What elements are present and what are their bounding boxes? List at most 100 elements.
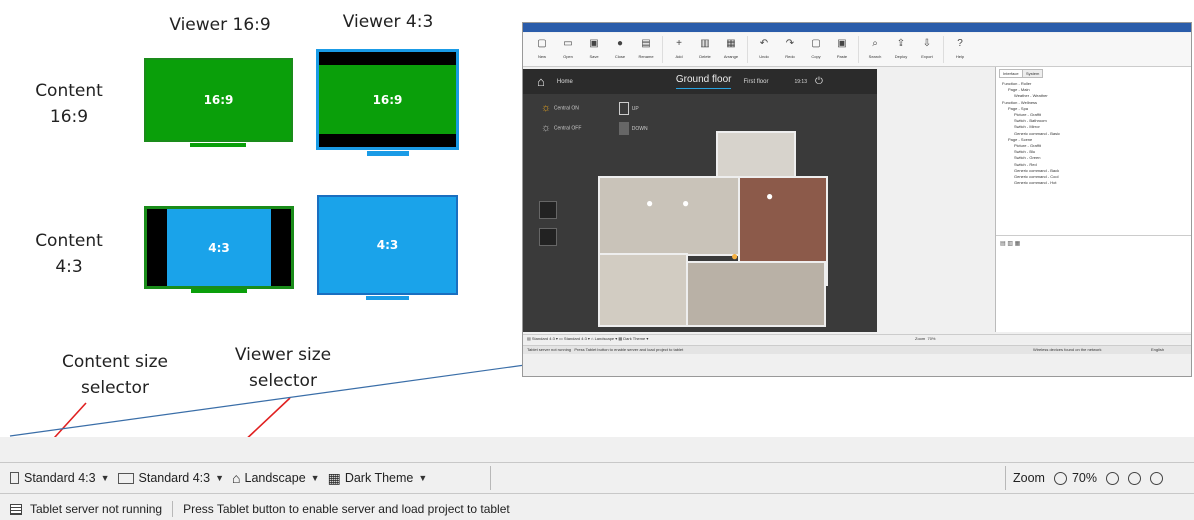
light-bulb-icon[interactable]: ● <box>646 196 653 210</box>
mini-status-bar: Tablet server not running Press Tablet b… <box>523 345 1191 354</box>
toolbar-separator <box>1005 466 1006 490</box>
ribbon-icon: ⇪ <box>896 38 906 49</box>
ribbon-separator <box>747 36 748 63</box>
ribbon-toolbar: ▢ New ▭ Open ▣ Save ● Close ▤ Rename + Add ▥ Delete ▦ A… <box>523 33 1191 67</box>
zoom-fit-icon[interactable] <box>1127 471 1141 485</box>
status-hint: Press Tablet button to enable server and… <box>183 502 510 516</box>
ribbon-button[interactable]: ▢ Copy <box>803 33 829 66</box>
ribbon-label: Close <box>614 54 626 59</box>
panel-toolbar-icons[interactable]: ▤ ▥ ▦ <box>1000 240 1020 247</box>
tab-first-floor[interactable]: First floor <box>743 79 768 85</box>
scene-button[interactable] <box>539 228 557 246</box>
ribbon-label: Save <box>589 54 599 59</box>
ribbon-button[interactable]: ▥ Delete <box>692 33 718 66</box>
ribbon-label: Redo <box>785 54 795 59</box>
monitor-icon <box>117 472 134 484</box>
ribbon-button[interactable]: ● Close <box>607 33 633 66</box>
toolbar-top-border <box>0 462 1194 463</box>
ribbon-icon: ▢ <box>811 38 821 49</box>
zoom-out-icon[interactable] <box>1053 471 1067 485</box>
ribbon-icon: ↷ <box>785 38 795 49</box>
ribbon-icon: ⌕ <box>872 38 878 49</box>
ribbon-button[interactable]: ▦ Arrange <box>718 33 744 66</box>
status-server: Tablet server not running <box>30 502 163 516</box>
theme-dropdown[interactable]: ▦ Dark Theme ▼ <box>328 470 428 487</box>
ribbon-icon: ▭ <box>563 38 573 49</box>
ribbon-button[interactable]: ⇩ Export <box>914 33 940 66</box>
chevron-down-icon: ▼ <box>215 473 225 483</box>
light-bulb-icon[interactable]: ● <box>766 189 773 203</box>
light-bulb-icon[interactable]: ● <box>682 196 689 210</box>
ribbon-button[interactable]: ↶ Undo <box>751 33 777 66</box>
ribbon-icon: ▤ <box>641 38 651 49</box>
tab-system[interactable]: System <box>1022 69 1044 78</box>
ribbon-label: Delete <box>699 54 711 59</box>
content-size-dropdown[interactable]: Standard 4:3 ▼ <box>10 471 110 485</box>
ribbon-button[interactable]: ▢ New <box>529 33 555 66</box>
status-bar: Tablet server not running Press Tablet b… <box>10 499 510 519</box>
ribbon-button[interactable]: ▭ Open <box>555 33 581 66</box>
server-icon <box>10 503 22 515</box>
power-icon[interactable]: ⏻ <box>815 76 823 87</box>
tree-item[interactable]: Generic command - Hot <box>1002 180 1187 186</box>
ribbon-button[interactable]: ▣ Paste <box>829 33 855 66</box>
chevron-down-icon: ▼ <box>418 473 428 483</box>
mini-toolbar: ▤ Standard 4:3 ▾ ▭ Standard 4:3 ▾ ⌂ Land… <box>523 334 1191 343</box>
ribbon-icon: + <box>676 38 682 49</box>
floorplan-image: ● ● ● ● <box>598 131 833 329</box>
zoomed-bottom-bars: Standard 4:3 ▼ Standard 4:3 ▼ ⌂ Landscap… <box>0 437 1194 520</box>
zoom-reset-icon[interactable] <box>1149 471 1163 485</box>
central-on-label[interactable]: ☼ Central ON <box>541 102 579 114</box>
up-label[interactable]: UP <box>619 102 639 115</box>
ribbon-label: Deploy <box>894 54 908 59</box>
tab-interface[interactable]: Interface <box>999 69 1023 78</box>
ribbon-label: Open <box>563 54 573 59</box>
ribbon-label: Rename <box>638 54 654 59</box>
ribbon-button[interactable]: ▣ Save <box>581 33 607 66</box>
ribbon-icon: ▦ <box>726 38 736 49</box>
toolbar-bottom-border <box>0 493 1194 494</box>
floorplan-room <box>716 131 796 181</box>
ribbon-button[interactable]: ↷ Redo <box>777 33 803 66</box>
zoom-value: 70% <box>1071 471 1097 485</box>
home-icon[interactable]: ⌂ <box>537 74 545 89</box>
orientation-dropdown[interactable]: ⌂ Landscape ▼ <box>232 470 320 486</box>
ribbon-button[interactable]: ⇪ Deploy <box>888 33 914 66</box>
light-bulb-icon[interactable]: ● <box>731 249 738 263</box>
ribbon-icon: ▣ <box>589 38 599 49</box>
landscape-icon: ⌂ <box>232 470 241 486</box>
ribbon-label: Copy <box>811 54 821 59</box>
mini-devices-label: Wireless devices found on the network <box>1033 347 1102 352</box>
ribbon-button[interactable]: + Add <box>666 33 692 66</box>
chevron-down-icon: ▼ <box>100 473 110 483</box>
ribbon-icon: ▣ <box>837 38 847 49</box>
mini-zoom-label: Zoom 70% <box>915 336 936 341</box>
ribbon-label: New <box>537 54 546 59</box>
ribbon-label: Search <box>868 54 882 59</box>
central-off-label[interactable]: ☼ Central OFF <box>541 122 581 134</box>
scene-button[interactable] <box>539 201 557 219</box>
status-separator <box>172 501 174 517</box>
ribbon-button[interactable]: ⌕ Search <box>862 33 888 66</box>
mini-status-server: Tablet server not running <box>527 347 572 352</box>
ribbon-separator <box>943 36 944 63</box>
ribbon-icon: ● <box>616 38 624 49</box>
zoom-label: Zoom <box>1013 471 1045 485</box>
viewer-size-dropdown[interactable]: Standard 4:3 ▼ <box>117 471 225 485</box>
ribbon-button[interactable]: ▤ Rename <box>633 33 659 66</box>
ribbon-label: Arrange <box>723 54 739 59</box>
ribbon-separator <box>662 36 663 63</box>
ribbon-icon: ▢ <box>537 38 547 49</box>
ribbon-icon: ? <box>957 38 963 49</box>
theme-icon: ▦ <box>327 469 341 486</box>
interface-panel: Interface System Function - Roller Page -… <box>995 67 1191 332</box>
zoom-in-icon[interactable] <box>1105 471 1119 485</box>
tablet-icon <box>10 472 19 484</box>
ribbon-button[interactable]: ? Help <box>947 33 973 66</box>
zoom-connector-line <box>9 364 526 437</box>
interface-tree: Function - Roller Page - Main Weather - We… <box>1002 81 1187 186</box>
mini-status-hint: Press Tablet button to enable server and… <box>574 347 684 352</box>
ribbon-icon: ↶ <box>759 38 769 49</box>
tab-ground-floor[interactable]: Ground floor <box>675 74 732 89</box>
ribbon-label: Undo <box>759 54 769 59</box>
